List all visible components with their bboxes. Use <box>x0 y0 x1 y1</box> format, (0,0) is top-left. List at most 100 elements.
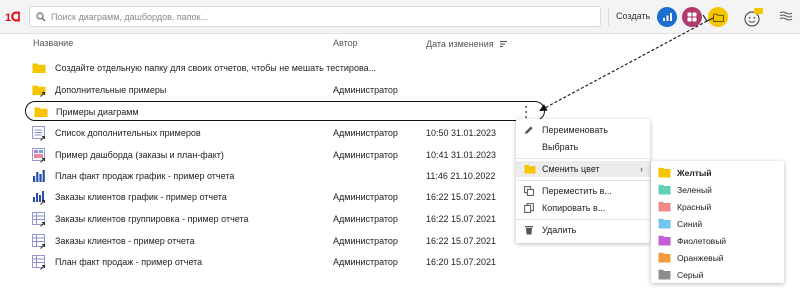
table-row[interactable]: Пример дашборда (заказы и план-факт) Адми… <box>25 145 545 165</box>
table-row[interactable]: Заказы клиентов - пример отчета Администр… <box>25 231 545 251</box>
row-author: Администратор <box>333 85 398 95</box>
folder-swatch-icon <box>658 252 671 263</box>
row-date: 11:46 21.10.2022 <box>426 171 496 181</box>
row-date: 16:22 15.07.2021 <box>426 214 497 224</box>
table-row[interactable]: Список дополнительных примеров Администра… <box>25 123 545 143</box>
toolbar-divider <box>608 8 609 26</box>
table-row[interactable]: Дополнительные примеры Администратор <box>25 80 545 100</box>
row-author: Администратор <box>333 192 398 202</box>
column-header-date[interactable]: Дата изменения <box>426 38 508 50</box>
row-date: 10:41 31.01.2023 <box>426 150 497 160</box>
row-author: Администратор <box>333 257 398 267</box>
row-name[interactable]: Примеры диаграмм <box>56 107 139 117</box>
row-name[interactable]: Заказы клиентов группировка - пример отч… <box>55 214 249 224</box>
menu-separator <box>516 219 650 220</box>
folder-icon <box>33 104 49 120</box>
menu-item-move[interactable]: Переместить в... <box>516 183 650 199</box>
menu-item-label: Удалить <box>542 225 577 235</box>
column-header-author[interactable]: Автор <box>333 38 358 50</box>
trash-icon <box>525 226 533 235</box>
sort-icon[interactable] <box>499 40 508 48</box>
color-option[interactable]: Синий <box>651 215 784 232</box>
table-row[interactable]: План факт продаж - пример отчета Админист… <box>25 252 545 272</box>
column-header-name[interactable]: Название <box>33 38 73 50</box>
menu-item-label: Выбрать <box>542 142 579 152</box>
svg-text:1: 1 <box>5 12 11 23</box>
row-name[interactable]: Заказы клиентов график - пример отчета <box>55 192 227 202</box>
color-option[interactable]: Оранжевый <box>651 249 784 266</box>
table-row[interactable]: Создайте отдельную папку для своих отчет… <box>25 58 545 78</box>
row-name[interactable]: Список дополнительных примеров <box>55 128 201 138</box>
menu-item-select[interactable]: Выбрать <box>516 139 650 155</box>
new-chart-button[interactable] <box>657 7 677 27</box>
table-link-icon <box>31 233 47 249</box>
table-link-icon <box>31 211 47 227</box>
row-name[interactable]: План факт продаж график - пример отчета <box>55 171 234 181</box>
menu-item-change-color[interactable]: Сменить цвет › <box>516 161 650 177</box>
folder-link-icon <box>31 82 47 98</box>
table-row[interactable]: Заказы клиентов группировка - пример отч… <box>25 209 545 229</box>
folder-swatch-icon <box>658 184 671 195</box>
table-row[interactable]: План факт продаж график - пример отчета 1… <box>25 166 545 186</box>
color-option-label: Желтый <box>677 168 712 178</box>
row-name[interactable]: Заказы клиентов - пример отчета <box>55 236 195 246</box>
dashboard-icon <box>687 12 697 22</box>
color-option-label: Оранжевый <box>677 253 724 263</box>
menu-item-rename[interactable]: Переименовать <box>516 122 650 138</box>
row-name[interactable]: Создайте отдельную папку для своих отчет… <box>55 63 376 73</box>
row-date: 10:50 31.01.2023 <box>426 128 497 138</box>
pencil-icon <box>525 126 533 134</box>
bar-chart-link-icon <box>31 189 47 205</box>
folder-icon <box>31 60 47 76</box>
menu-item-label: Переместить в... <box>542 186 612 196</box>
copy-icon <box>524 203 534 213</box>
search-icon <box>36 11 46 22</box>
dashboard-link-icon <box>31 147 47 163</box>
row-name[interactable]: Дополнительные примеры <box>55 85 166 95</box>
color-option[interactable]: Желтый <box>651 164 784 181</box>
color-option-label: Зеленый <box>677 185 712 195</box>
menu-item-label: Переименовать <box>542 125 608 135</box>
color-option[interactable]: Зеленый <box>651 181 784 198</box>
menu-item-copy[interactable]: Копировать в... <box>516 200 650 216</box>
folder-color-icon <box>524 165 536 174</box>
table-row[interactable]: Заказы клиентов график - пример отчета Ад… <box>25 187 545 207</box>
new-folder-button[interactable] <box>708 7 728 27</box>
row-author: Администратор <box>333 150 398 160</box>
menu-separator <box>516 180 650 181</box>
app-logo[interactable]: 1 <box>5 10 23 23</box>
bar-chart-icon <box>31 168 47 184</box>
color-option-label: Серый <box>677 270 704 280</box>
top-bar: 1 Создать <box>0 0 800 34</box>
color-option[interactable]: Красный <box>651 198 784 215</box>
search-box[interactable] <box>29 6 601 27</box>
user-avatar-button[interactable] <box>742 6 766 30</box>
chevron-right-icon: › <box>640 164 643 174</box>
menu-item-label: Копировать в... <box>542 203 606 213</box>
bar-chart-icon <box>662 13 672 21</box>
context-menu: Переименовать Выбрать Сменить цвет › Пер… <box>516 119 650 243</box>
more-options-icon[interactable] <box>522 105 530 119</box>
menu-item-label: Сменить цвет <box>542 164 600 174</box>
color-option[interactable]: Серый <box>651 266 784 283</box>
report-link-icon <box>31 125 47 141</box>
color-option-label: Синий <box>677 219 703 229</box>
folder-swatch-icon <box>658 218 671 229</box>
row-name[interactable]: Пример дашборда (заказы и план-факт) <box>55 150 224 160</box>
row-author: Администратор <box>333 128 398 138</box>
column-header-date-label: Дата изменения <box>426 39 494 49</box>
table-row-selected[interactable]: Примеры диаграмм <box>25 101 545 121</box>
table-link-icon <box>31 254 47 270</box>
folder-swatch-icon <box>658 235 671 246</box>
row-name[interactable]: План факт продаж - пример отчета <box>55 257 202 267</box>
folder-swatch-icon <box>658 269 671 280</box>
menu-item-delete[interactable]: Удалить <box>516 222 650 238</box>
color-option[interactable]: Фиолетовый <box>651 232 784 249</box>
create-button[interactable]: Создать <box>616 11 650 21</box>
row-author: Администратор <box>333 214 398 224</box>
color-option-label: Фиолетовый <box>677 236 727 246</box>
menu-icon[interactable] <box>779 9 793 23</box>
row-date: 16:22 15.07.2021 <box>426 236 497 246</box>
search-input[interactable] <box>51 11 571 22</box>
new-dashboard-button[interactable] <box>682 7 702 27</box>
